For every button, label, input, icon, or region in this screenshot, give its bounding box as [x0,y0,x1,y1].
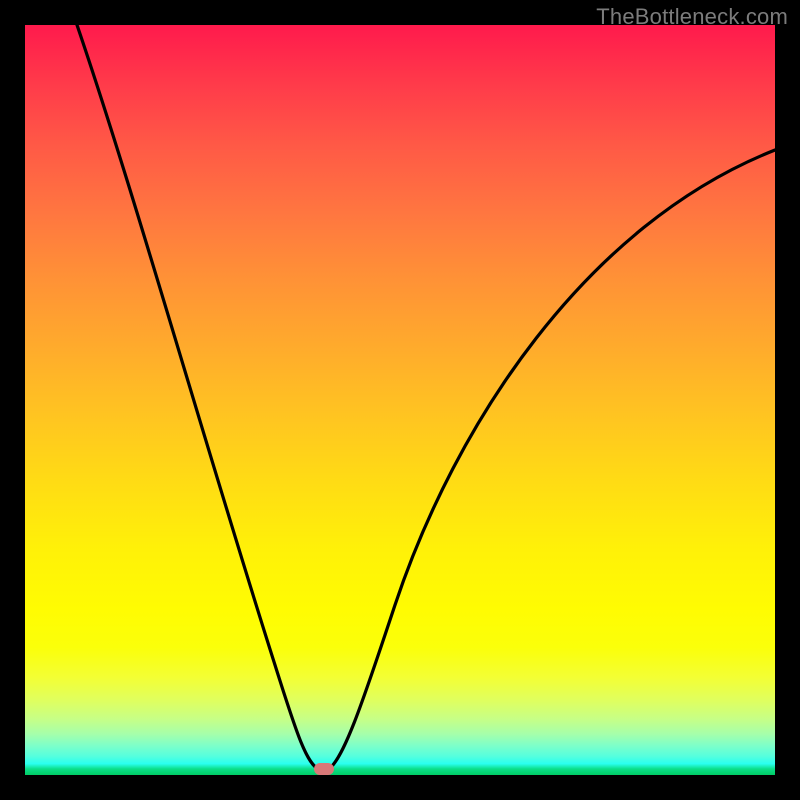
optimal-marker [314,763,334,775]
chart-plot-area [25,25,775,775]
gradient-background [25,25,775,775]
